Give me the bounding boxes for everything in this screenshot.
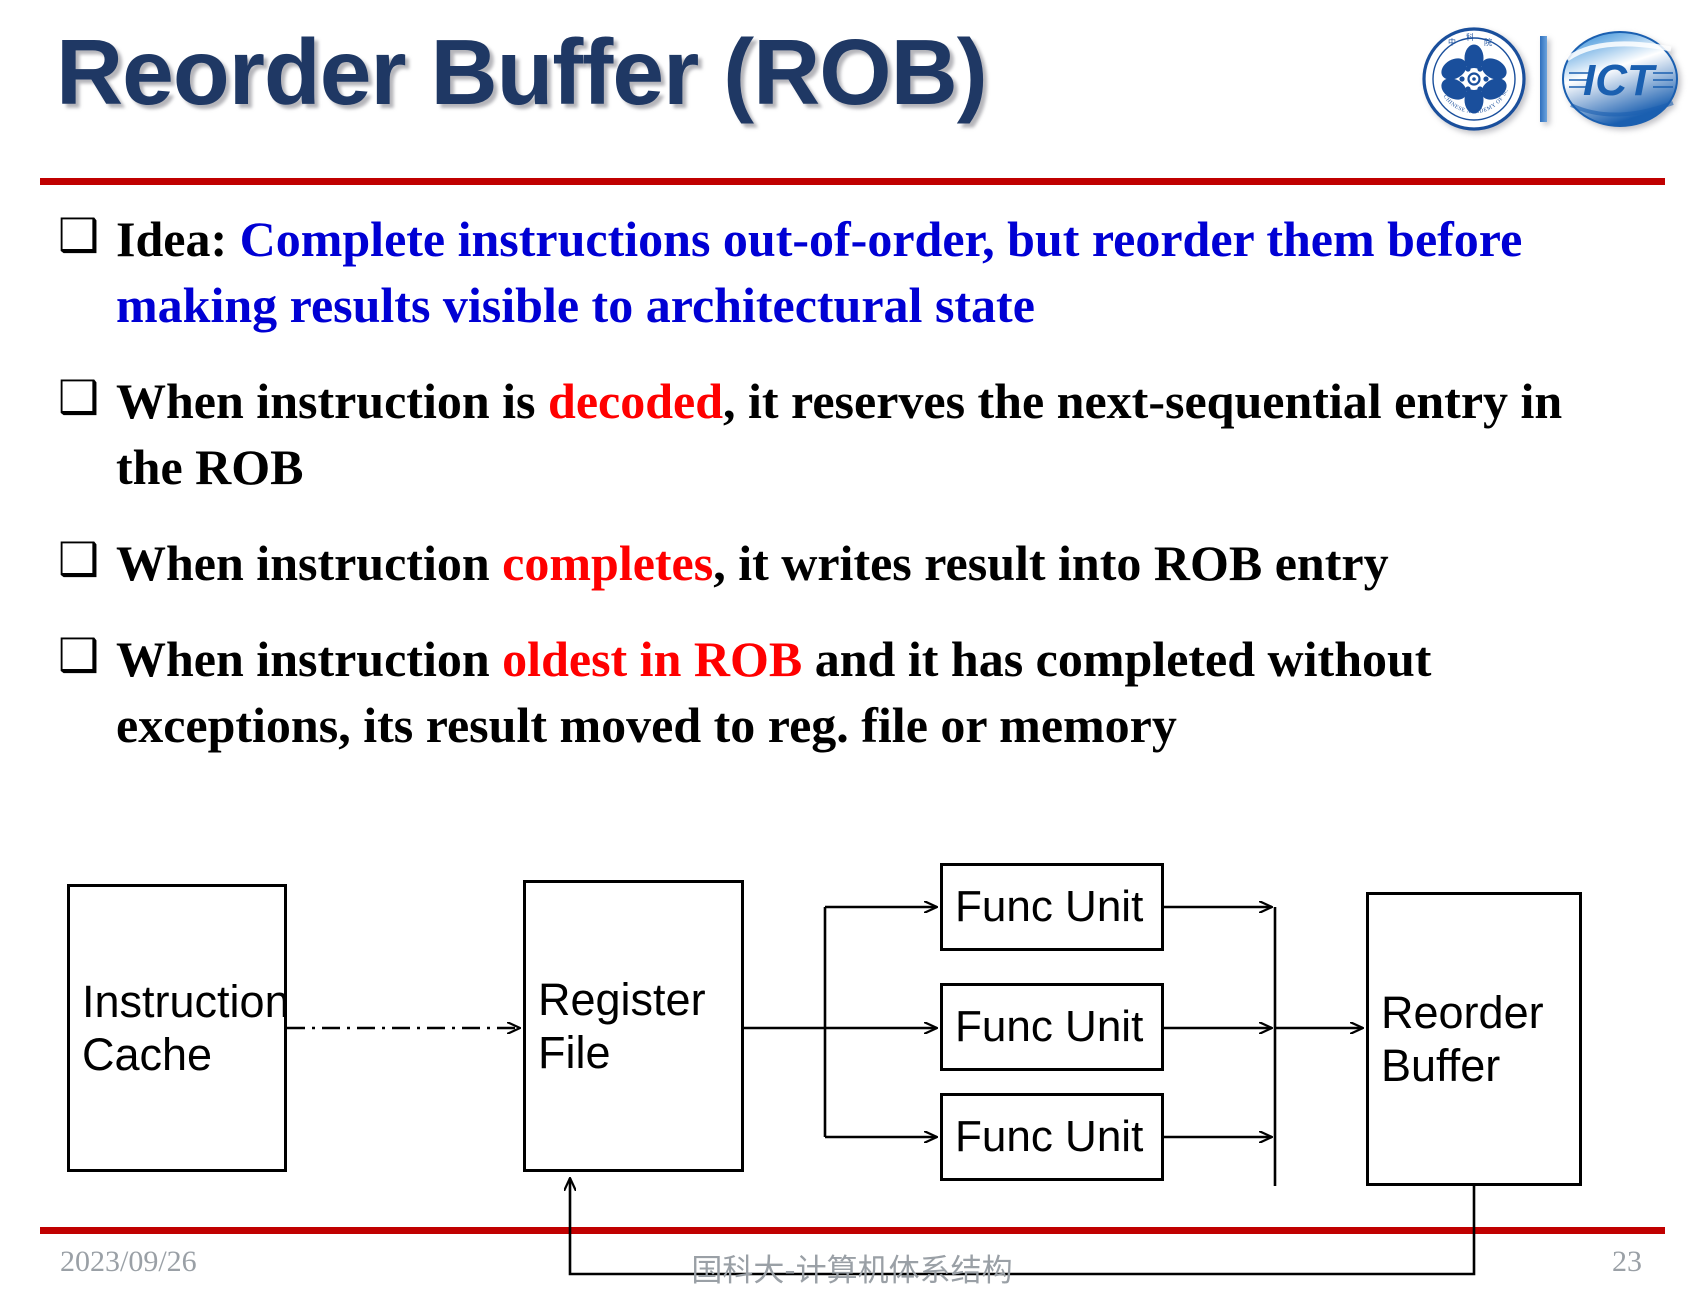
bullet-item-4: ❑ When instruction oldest in ROB and it …: [58, 626, 1638, 758]
register-file-label: Register File: [538, 973, 706, 1078]
bullet-square-icon: ❑: [58, 628, 100, 682]
bullet-run: When instruction is: [116, 373, 549, 429]
svg-text:中: 中: [1448, 37, 1456, 47]
bullet-run: When instruction: [116, 631, 503, 687]
chinese-academy-of-sciences-logo: 中科院 CHINESE ACADEMY OF SCIENCES: [1422, 27, 1526, 131]
bullet-run-highlight: decoded: [548, 373, 724, 429]
func-unit-1-label: Func Unit: [955, 882, 1144, 932]
bullet-text-2: When instruction is decoded, it reserves…: [116, 368, 1638, 500]
svg-text:ICT: ICT: [1583, 56, 1657, 105]
diagram-box-func-unit-3: Func Unit: [940, 1093, 1164, 1181]
func-unit-3-label: Func Unit: [955, 1112, 1144, 1162]
bullet-text-3: When instruction completes, it writes re…: [116, 530, 1638, 596]
slide: Reorder Buffer (ROB) 中科院 CHINESE ACADEMY…: [0, 0, 1704, 1299]
bullet-square-icon: ❑: [58, 532, 100, 586]
bullet-run: , it writes result into ROB entry: [713, 535, 1389, 591]
bullet-run-highlight: oldest in ROB: [502, 631, 803, 687]
diagram-box-register-file: Register File: [523, 880, 744, 1172]
logo-divider: [1540, 35, 1547, 122]
title-divider-rule: [40, 178, 1665, 185]
footer-page-number: 23: [1612, 1245, 1642, 1278]
instruction-cache-label: Instruction Cache: [82, 975, 290, 1080]
bullet-run: Idea:: [116, 211, 240, 267]
footer-course-title: 国科大-计算机体系结构: [691, 1253, 1013, 1289]
page-title: Reorder Buffer (ROB): [56, 20, 988, 124]
bullet-square-icon: ❑: [58, 370, 100, 424]
footer-divider-rule: [40, 1227, 1665, 1234]
ict-logo: ICT: [1562, 30, 1678, 127]
reorder-buffer-label: Reorder Buffer: [1381, 986, 1544, 1091]
bullet-run: When instruction: [116, 535, 503, 591]
diagram-box-reorder-buffer: Reorder Buffer: [1366, 892, 1582, 1186]
func-unit-2-label: Func Unit: [955, 1002, 1144, 1052]
diagram-box-instruction-cache: Instruction Cache: [67, 884, 290, 1172]
bullet-text-4: When instruction oldest in ROB and it ha…: [116, 626, 1638, 758]
svg-text:院: 院: [1484, 37, 1492, 47]
bullet-run: Complete instructions out-of-order, but …: [116, 211, 1523, 333]
bullet-run-highlight: completes: [502, 535, 714, 591]
bullet-square-icon: ❑: [58, 208, 100, 262]
svg-text:科: 科: [1466, 32, 1474, 42]
bullet-item-3: ❑ When instruction completes, it writes …: [58, 530, 1638, 596]
bullet-item-2: ❑ When instruction is decoded, it reserv…: [58, 368, 1638, 500]
bullet-text-1: Idea: Complete instructions out-of-order…: [116, 206, 1638, 338]
logo-group: 中科院 CHINESE ACADEMY OF SCIENCES ICT: [1374, 26, 1679, 131]
diagram-box-func-unit-1: Func Unit: [940, 863, 1164, 951]
bullet-item-1: ❑ Idea: Complete instructions out-of-ord…: [58, 206, 1638, 338]
bullet-list: ❑ Idea: Complete instructions out-of-ord…: [58, 206, 1638, 788]
diagram-box-func-unit-2: Func Unit: [940, 983, 1164, 1071]
